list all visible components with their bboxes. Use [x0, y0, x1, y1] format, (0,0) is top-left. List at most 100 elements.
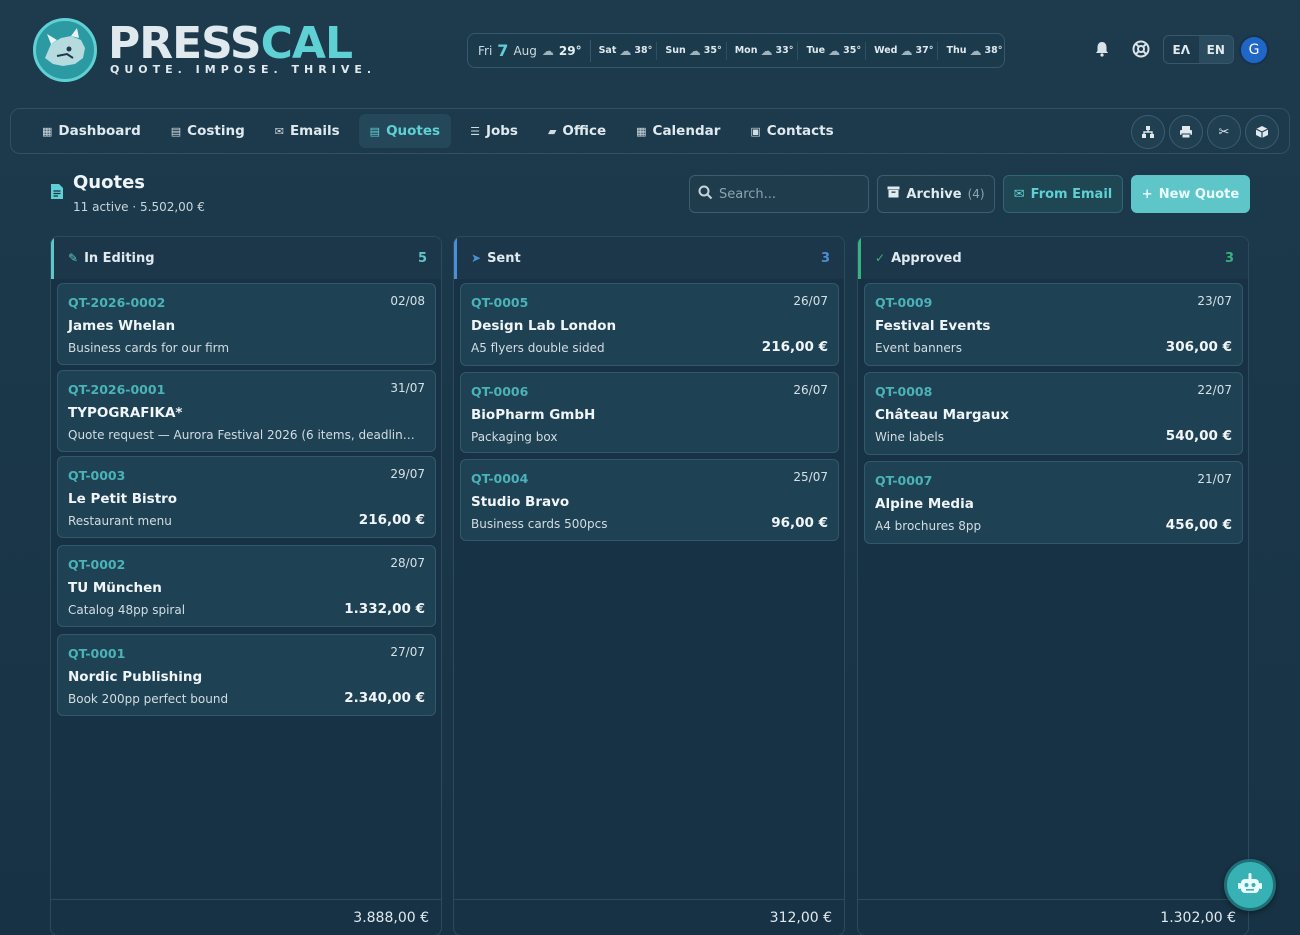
quote-amount: 306,00 € [1165, 339, 1232, 355]
quote-client: TU München [68, 580, 162, 596]
forecast-temp: 38° [984, 45, 1003, 56]
quote-client: Le Petit Bistro [68, 491, 178, 507]
app-header: PRESSCAL QUOTE. IMPOSE. THRIVE. Fri 7 Au… [0, 0, 1300, 100]
lang-option-en[interactable]: EN [1198, 36, 1233, 63]
quote-card[interactable]: QT-0005 26/07 Design Lab London A5 flyers d… [460, 283, 839, 366]
from-email-button[interactable]: ✉ From Email [1003, 175, 1123, 213]
plus-icon: + [1141, 186, 1153, 202]
nav-item-contacts[interactable]: ▣ Contacts [739, 114, 844, 148]
weather-today-day: Fri [478, 43, 493, 58]
column-title: In Editing [84, 250, 155, 266]
quote-number[interactable]: QT-0004 [471, 471, 528, 486]
quote-description: Event banners [875, 341, 962, 355]
new-quote-button[interactable]: + New Quote [1131, 175, 1250, 213]
nav-item-calendar[interactable]: ▦ Calendar [625, 114, 731, 148]
weather-forecast-day: Wed ☁ 37° [874, 41, 939, 60]
nav-item-dashboard[interactable]: ▦ Dashboard [31, 114, 152, 148]
nav-item-emails[interactable]: ✉ Emails [264, 114, 351, 148]
quote-card[interactable]: QT-0004 25/07 Studio Bravo Business cards 5… [460, 459, 839, 541]
quote-number[interactable]: QT-0003 [68, 468, 125, 483]
quote-description: Catalog 48pp spiral [68, 603, 186, 617]
quote-description: A4 brochures 8pp [875, 519, 982, 533]
brand-name-part1: PRESS [108, 18, 262, 69]
forecast-day-label: Wed [874, 45, 898, 56]
quote-date: 21/07 [1197, 472, 1232, 486]
quote-number[interactable]: QT-0008 [875, 384, 932, 399]
printer-icon[interactable] [1169, 115, 1203, 149]
forecast-temp: 38° [634, 45, 653, 56]
weather-widget[interactable]: Fri 7 Aug ☁ 29° Sat ☁ 38° Sun ☁ 35° Mon ☁ 33° … [467, 33, 1005, 68]
calendar-icon: ▦ [636, 124, 647, 138]
archive-button[interactable]: Archive (4) [877, 175, 995, 213]
quote-number[interactable]: QT-2026-0002 [68, 295, 165, 310]
rhino-logo-icon[interactable] [33, 18, 97, 82]
archive-icon [887, 186, 900, 202]
quote-card[interactable]: QT-0002 28/07 TU München Catalog 48pp spira… [57, 545, 436, 627]
quote-amount: 96,00 € [771, 515, 828, 531]
cloud-sun-icon: ☁ [688, 43, 701, 58]
weather-today: Fri 7 Aug ☁ 29° [478, 39, 591, 62]
quote-client: TYPOGRAFIKA* [68, 405, 183, 421]
quote-number[interactable]: QT-0006 [471, 384, 528, 399]
quote-number[interactable]: QT-0005 [471, 295, 528, 310]
column-total: 312,00 € [454, 899, 844, 935]
forecast-day-label: Mon [734, 45, 758, 56]
search-input[interactable] [719, 186, 859, 202]
sitemap-icon[interactable] [1131, 115, 1165, 149]
column-title: Sent [487, 250, 521, 266]
brand-wordmark: PRESSCAL [108, 22, 353, 66]
quote-description: Packaging box [471, 430, 558, 444]
quote-date: 26/07 [793, 383, 828, 397]
nav-item-label: Jobs [485, 123, 518, 139]
quote-card[interactable]: QT-0008 22/07 Château Margaux Wine labels 54… [864, 372, 1243, 455]
column-header: ✎ In Editing 5 [51, 237, 441, 279]
quote-description: Restaurant menu [68, 514, 172, 528]
cloud-sun-icon: ☁ [828, 43, 841, 58]
box-icon[interactable] [1245, 115, 1279, 149]
nav-item-costing[interactable]: ▤ Costing [160, 114, 256, 148]
forecast-day-label: Sun [665, 45, 686, 56]
lang-option-el[interactable]: ΕΛ [1164, 36, 1199, 63]
nav-item-office[interactable]: ▰ Office [537, 114, 617, 148]
quote-number[interactable]: QT-0009 [875, 295, 932, 310]
envelope-icon: ✉ [1013, 186, 1025, 202]
quote-card[interactable]: QT-0001 27/07 Nordic Publishing Book 200pp … [57, 634, 436, 716]
quote-amount: 540,00 € [1165, 428, 1232, 444]
quote-card[interactable]: QT-0009 23/07 Festival Events Event banners… [864, 283, 1243, 366]
quote-number[interactable]: QT-0007 [875, 473, 932, 488]
nav-item-label: Office [562, 123, 607, 139]
column-header: ➤ Sent 3 [454, 237, 844, 279]
briefcase-icon: ▰ [547, 124, 557, 138]
column-sent: ➤ Sent 3 QT-0005 26/07 Design Lab London A5… [453, 236, 845, 935]
forecast-temp: 33° [775, 45, 794, 56]
from-email-label: From Email [1030, 186, 1113, 202]
quote-number[interactable]: QT-0002 [68, 557, 125, 572]
forecast-day-label: Thu [946, 45, 967, 56]
address-book-icon: ▣ [750, 124, 761, 138]
quote-card[interactable]: QT-0007 21/07 Alpine Media A4 brochures 8pp… [864, 461, 1243, 544]
quote-card[interactable]: QT-2026-0001 31/07 TYPOGRAFIKA* Quote reque… [57, 370, 436, 452]
quote-number[interactable]: QT-2026-0001 [68, 382, 165, 397]
assistant-bot-button[interactable] [1224, 859, 1276, 911]
avatar[interactable]: G [1239, 35, 1269, 65]
weather-forecast-day: Tue ☁ 35° [806, 41, 867, 60]
main-nav: ▦ Dashboard ▤ Costing ✉ Emails ▤ Quotes ☰ Job… [10, 108, 1290, 154]
quote-number[interactable]: QT-0001 [68, 646, 125, 661]
scissors-icon[interactable]: ✂ [1207, 115, 1241, 149]
quote-date: 29/07 [390, 467, 425, 481]
brand-tagline: QUOTE. IMPOSE. THRIVE. [110, 63, 377, 76]
quote-card[interactable]: QT-0003 29/07 Le Petit Bistro Restaurant me… [57, 456, 436, 538]
paper-plane-icon: ➤ [471, 251, 482, 265]
nav-item-jobs[interactable]: ☰ Jobs [459, 114, 529, 148]
lifebuoy-icon[interactable] [1131, 39, 1151, 59]
quote-card[interactable]: QT-0006 26/07 BioPharm GmbH Packaging box [460, 372, 839, 453]
quote-date: 31/07 [390, 381, 425, 395]
weather-today-temp: 29° [558, 43, 582, 58]
bell-icon[interactable] [1093, 40, 1111, 58]
quote-amount: 216,00 € [358, 512, 425, 528]
quote-client: Studio Bravo [471, 494, 570, 510]
quote-card[interactable]: QT-2026-0002 02/08 James Whelan Business ca… [57, 283, 436, 365]
quote-amount: 2.340,00 € [344, 690, 425, 706]
nav-item-quotes[interactable]: ▤ Quotes [358, 114, 452, 148]
cloud-sun-icon: ☁ [541, 43, 554, 58]
